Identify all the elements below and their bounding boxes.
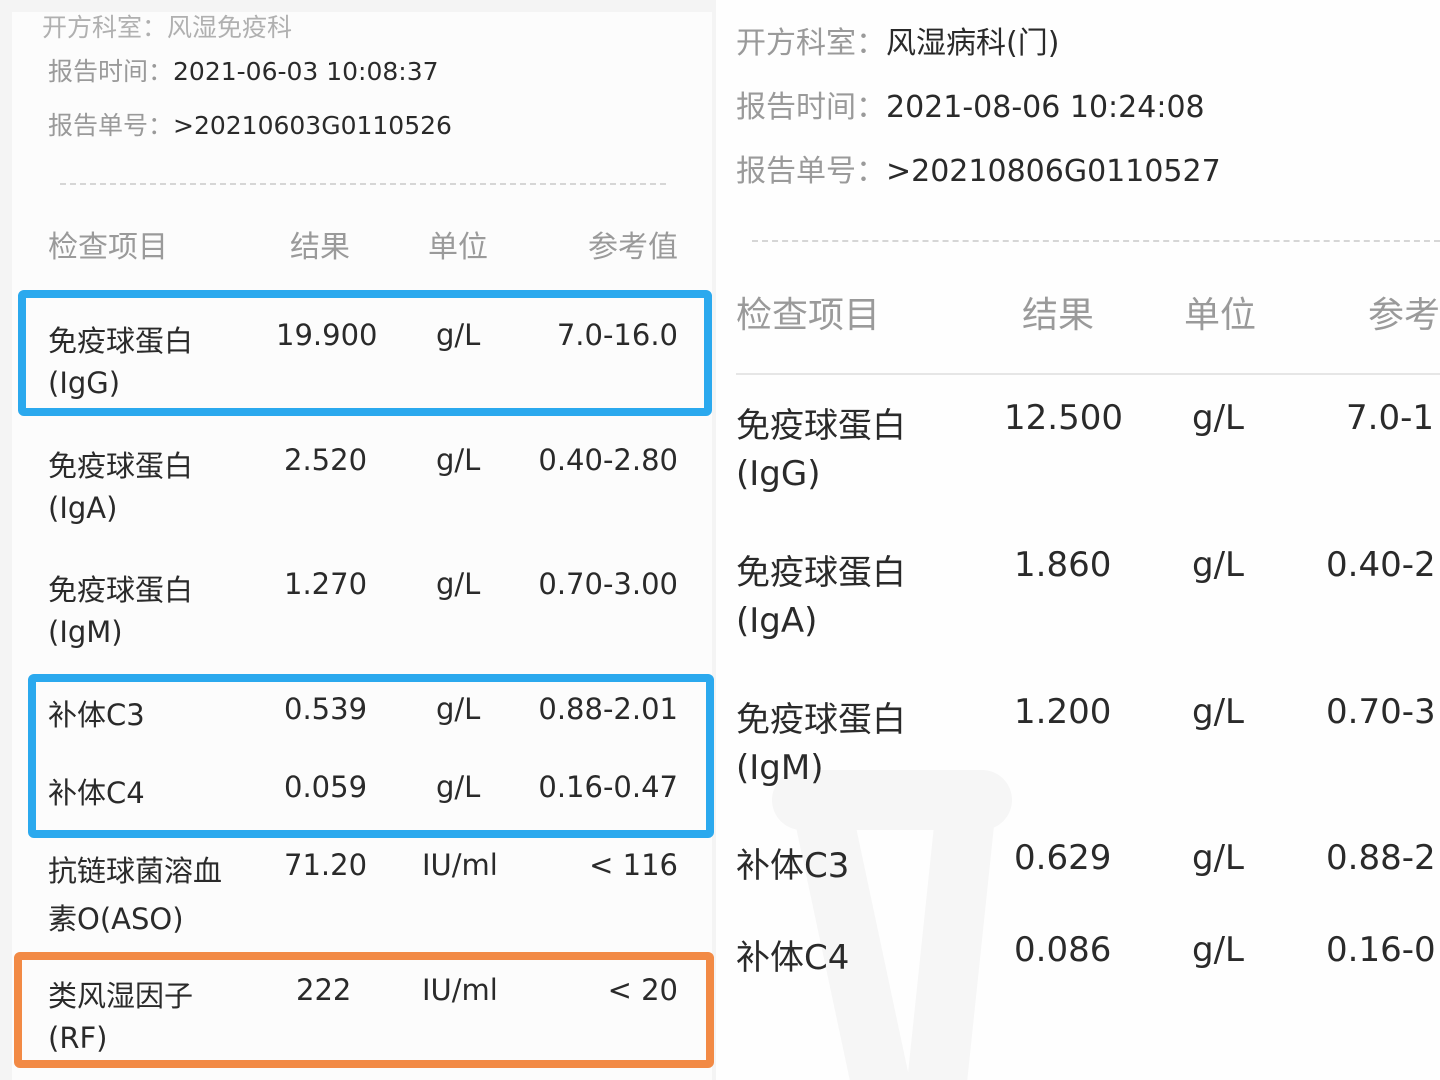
result-value: 0.086: [1014, 930, 1112, 970]
result-value: 12.500: [1004, 398, 1123, 438]
ref-value: 0.70-3: [1326, 692, 1436, 732]
item-name: 免疫球蛋白: [48, 449, 194, 483]
divider: [752, 240, 1440, 242]
unit-value: g/L: [436, 567, 481, 601]
item-name: 补体C3: [736, 846, 850, 886]
report-time-label: 报告时间：: [48, 57, 174, 86]
unit-value: g/L: [1192, 398, 1244, 438]
ref-value: 0.16-0: [1326, 930, 1436, 970]
header-underline: [736, 373, 1440, 375]
item-name: 免疫球蛋白: [736, 700, 906, 740]
report-id-label: 报告单号：: [736, 154, 886, 189]
item-name: 免疫球蛋白: [736, 553, 906, 593]
header-result: 结果: [1022, 295, 1095, 336]
dept-label: 开方科室：: [736, 26, 886, 61]
watermark-stroke-right: [907, 800, 997, 1080]
ref-value: 7.0-1: [1346, 398, 1434, 438]
highlight-box-rf: [14, 952, 714, 1068]
report-time-value: 2021-08-06 10:24:08: [886, 90, 1205, 125]
dept-label: 开方科室：: [42, 13, 168, 42]
item-name: 补体C4: [736, 938, 850, 978]
right-report-panel: 开方科室：风湿病科(门) 报告时间：2021-08-06 10:24:08 报告…: [716, 0, 1440, 1080]
report-id-value: >20210603G0110526: [173, 111, 452, 140]
report-time-value: 2021-06-03 10:08:37: [173, 57, 439, 86]
result-value: 1.200: [1014, 692, 1112, 732]
header-ref: 参考值: [588, 230, 678, 265]
header-item: 检查项目: [48, 230, 168, 265]
item-name: 免疫球蛋白: [736, 406, 906, 446]
dept-value: 风湿病科(门): [886, 26, 1060, 61]
report-id-value: >20210806G0110527: [886, 154, 1221, 189]
report-id-row: 报告单号：>20210806G0110527: [736, 146, 1221, 190]
item-name: 免疫球蛋白: [48, 573, 194, 607]
ref-value: 0.40-2: [1326, 545, 1436, 585]
item-name-sub: (IgA): [736, 601, 818, 641]
result-value: 0.629: [1014, 838, 1112, 878]
ref-value: 0.70-3.00: [538, 567, 678, 601]
item-name-sub: (IgA): [48, 491, 118, 525]
dept-row-cut: 开方科室：风湿免疫科: [42, 8, 292, 44]
item-name-sub: (IgM): [736, 748, 824, 788]
report-time-row: 报告时间：2021-06-03 10:08:37: [48, 52, 439, 88]
result-value: 2.520: [284, 443, 368, 477]
report-id-row: 报告单号：>20210603G0110526: [48, 106, 452, 142]
unit-value: g/L: [436, 443, 481, 477]
ref-value: 0.40-2.80: [538, 443, 678, 477]
unit-value: g/L: [1192, 545, 1244, 585]
result-value: 1.270: [284, 567, 368, 601]
unit-value: g/L: [1192, 692, 1244, 732]
unit-value: IU/ml: [422, 848, 498, 882]
report-time-row: 报告时间：2021-08-06 10:24:08: [736, 82, 1205, 126]
result-value: 1.860: [1014, 545, 1112, 585]
item-name-sub: (IgM): [48, 615, 123, 649]
report-id-label: 报告单号：: [48, 111, 174, 140]
item-name-sub: 素O(ASO): [48, 902, 184, 936]
ref-value: 0.88-2: [1326, 838, 1436, 878]
unit-value: g/L: [1192, 838, 1244, 878]
dept-value: 风湿免疫科: [167, 13, 293, 42]
header-unit: 单位: [428, 230, 488, 265]
highlight-box-igg: [18, 290, 712, 416]
header-result: 结果: [290, 230, 350, 265]
item-name-sub: (IgG): [736, 454, 821, 494]
highlight-box-complement: [28, 674, 714, 838]
dept-row: 开方科室：风湿病科(门): [736, 18, 1059, 62]
item-name: 抗链球菌溶血: [48, 854, 223, 888]
left-report-panel: 开方科室：风湿免疫科 报告时间：2021-06-03 10:08:37 报告单号…: [12, 12, 712, 1080]
unit-value: g/L: [1192, 930, 1244, 970]
header-ref: 参考: [1368, 295, 1440, 336]
header-item: 检查项目: [736, 295, 881, 336]
ref-value: < 116: [589, 848, 678, 882]
result-value: 71.20: [284, 848, 368, 882]
divider: [60, 183, 666, 185]
report-time-label: 报告时间：: [736, 90, 886, 125]
header-unit: 单位: [1184, 295, 1257, 336]
